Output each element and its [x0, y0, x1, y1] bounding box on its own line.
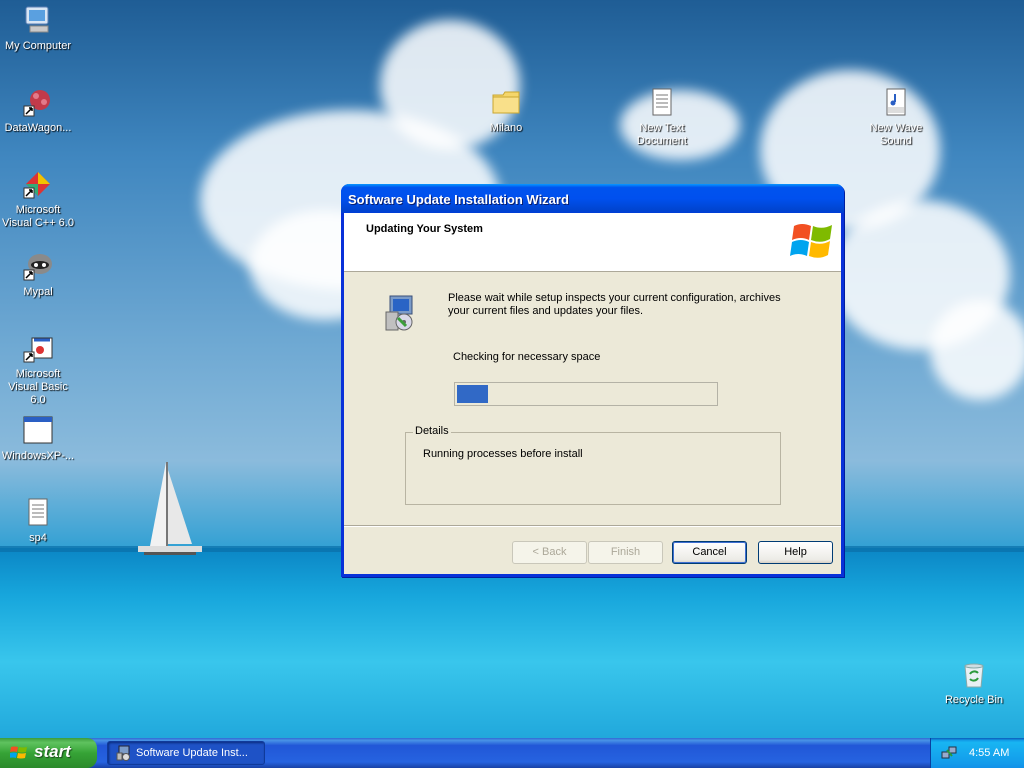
clock[interactable]: 4:55 AM	[969, 747, 1009, 759]
raccoon-icon	[23, 254, 52, 281]
taskbar-button-software-update[interactable]: Software Update Inst...	[107, 741, 265, 765]
desktop-icon-label: My Computer	[4, 40, 72, 52]
desktop-icon-label: WindowsXP-...	[1, 450, 75, 462]
folder-icon	[492, 91, 520, 114]
desktop-icon-new-wave-sound[interactable]: New Wave Sound	[858, 86, 934, 148]
taskbar: start Software Update Inst... 4:55 AM	[0, 738, 1024, 768]
sailboat-image	[138, 462, 202, 555]
wav-file-icon	[886, 88, 906, 116]
desktop-icon-my-computer[interactable]: My Computer	[0, 4, 76, 53]
start-button[interactable]: start	[0, 738, 97, 768]
finish-button[interactable]: Finish	[588, 541, 663, 564]
wizard-window[interactable]: Software Update Installation Wizard Upda…	[341, 184, 844, 577]
desktop-icon-label: sp4	[29, 532, 47, 544]
title-bar[interactable]: Software Update Installation Wizard	[341, 184, 844, 213]
button-separator	[344, 525, 841, 527]
network-icon[interactable]	[941, 745, 957, 761]
desktop-icon-label: Mypal	[23, 286, 53, 298]
taskbar-button-label: Software Update Inst...	[136, 747, 248, 759]
visual-cpp-icon	[23, 172, 50, 199]
desktop-icon-datawagon[interactable]: DataWagon...	[0, 86, 76, 135]
text-document-icon	[28, 498, 48, 526]
desktop-icon-label: Recycle Bin	[944, 694, 1004, 706]
desktop-icon-label: DataWagon...	[4, 122, 72, 134]
desktop-icon-milano[interactable]: Milano	[468, 86, 544, 135]
intro-text: Please wait while setup inspects your cu…	[448, 292, 781, 317]
cancel-button[interactable]: Cancel	[672, 541, 747, 564]
windows-logo-icon	[790, 224, 832, 258]
desktop-icon-label: New Wave Sound	[869, 122, 923, 147]
desktop-icon-visual-cpp[interactable]: Microsoft Visual C++ 6.0	[0, 168, 76, 230]
window-title: Software Update Installation Wizard	[348, 192, 569, 207]
window-app-icon	[23, 416, 53, 444]
details-group: Details Running processes before install	[405, 425, 781, 505]
datawagon-icon	[23, 90, 50, 117]
setup-icon	[116, 745, 130, 761]
computer-icon	[25, 6, 49, 33]
text-document-icon	[652, 88, 672, 116]
desktop-icon-label: Microsoft Visual Basic 6.0	[8, 368, 68, 406]
status-text: Checking for necessary space	[453, 351, 601, 363]
desktop-icon-label: Milano	[489, 122, 523, 134]
header-title: Updating Your System	[366, 223, 483, 235]
details-text: Running processes before install	[423, 448, 583, 460]
desktop-icon-label: Microsoft Visual C++ 6.0	[2, 204, 74, 229]
desktop-icon-new-text-document[interactable]: New Text Document	[624, 86, 700, 148]
desktop-icon-sp4[interactable]: sp4	[0, 496, 76, 545]
back-button[interactable]: < Back	[512, 541, 587, 564]
recycle-bin-icon	[964, 663, 984, 688]
desktop-icon-mypal[interactable]: Mypal	[0, 250, 76, 299]
start-label: start	[34, 742, 71, 761]
progress-fill	[457, 385, 488, 403]
wizard-header: Updating Your System	[344, 213, 841, 272]
desktop-icon-visual-basic[interactable]: Microsoft Visual Basic 6.0	[0, 332, 76, 407]
visual-basic-icon	[23, 337, 53, 363]
setup-computer-icon	[385, 295, 413, 331]
progress-bar	[454, 382, 718, 406]
desktop-icon-windowsxp[interactable]: WindowsXP-...	[0, 414, 76, 463]
desktop-icon-recycle-bin[interactable]: Recycle Bin	[936, 658, 1012, 707]
system-tray: 4:55 AM	[930, 738, 1024, 768]
desktop-icon-label: New Text Document	[636, 122, 688, 147]
details-label: Details	[413, 425, 451, 437]
help-button[interactable]: Help	[758, 541, 833, 564]
windows-logo-icon	[10, 746, 27, 759]
